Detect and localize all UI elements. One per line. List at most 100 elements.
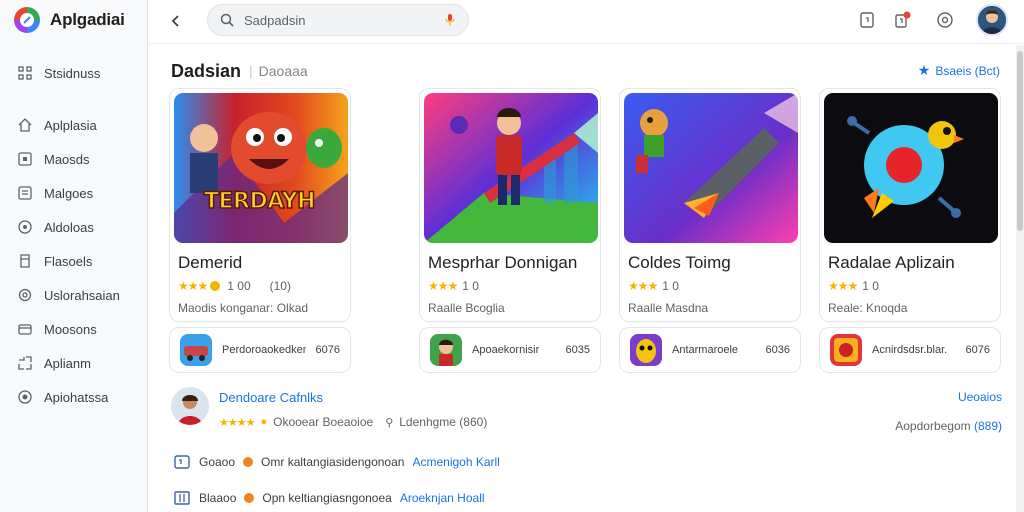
sidebar-item-label: Stsidnuss [44, 65, 101, 81]
app-name: Coldes Toimg [628, 253, 731, 272]
star-icon: ★ [917, 62, 931, 78]
grid-icon [18, 66, 32, 80]
nav-divider [0, 90, 148, 108]
related-app-price: 6076 [315, 344, 340, 356]
back-button[interactable] [165, 10, 187, 32]
sidebar-item-label: Malgoes [44, 185, 94, 201]
brand[interactable]: Aplgadiai [14, 6, 125, 34]
notification-button[interactable] [856, 9, 878, 31]
coin-icon [210, 281, 221, 291]
sidebar-item-6[interactable]: Uslorahsaian [0, 278, 148, 312]
app-name: Mesprhar Donnigan [428, 253, 578, 272]
developer-count-value: (889) [973, 419, 1002, 433]
app-thumbnail [830, 334, 862, 366]
related-app-item[interactable]: Acnirdsdsr.blar. 6076 [819, 327, 1001, 373]
app-thumbnail [430, 334, 462, 366]
sidebar-item-7[interactable]: Moosons [0, 312, 148, 346]
app-developer: Raalle Bcoglia [428, 301, 505, 315]
rating-value: 1 0 [462, 279, 479, 293]
list-item-label: Goaoo [199, 455, 236, 469]
list-item[interactable]: Goaoo Omr kaltangiasidengonoan Acmenigoh… [173, 450, 1002, 474]
sidebar-item-label: Moosons [44, 321, 97, 337]
bell-icon [895, 11, 911, 28]
sidebar-item-5[interactable]: Flasoels [0, 244, 148, 278]
search-bar[interactable] [207, 4, 469, 36]
search-icon [220, 13, 234, 27]
search-icon: ⚲ [385, 416, 394, 429]
related-app-name: Acnirdsdsr.blar. [872, 344, 948, 356]
app-developer: Maodis konganar: Olkad [178, 301, 309, 315]
coin-icon: ● [260, 416, 268, 428]
user-avatar-icon [978, 6, 1006, 34]
settings-button[interactable] [934, 9, 956, 31]
app-artwork: TERDAYH [174, 93, 348, 243]
app-artwork [824, 93, 998, 243]
rating-stars-icon: ★★★ [428, 279, 458, 293]
related-app-price: 6036 [765, 344, 790, 356]
page-title: Dadsian [171, 61, 242, 81]
orange-dot-icon [243, 457, 254, 467]
app-artwork [624, 93, 798, 243]
square-icon [18, 152, 32, 166]
list-item-link[interactable]: Aroeknjan Hoall [400, 491, 485, 505]
tablet-icon [860, 12, 874, 28]
rating-stars-icon: ★★★ [828, 279, 858, 293]
developer-avatar[interactable] [171, 387, 209, 425]
sidebar-item-2[interactable]: Maosds [0, 142, 148, 176]
gear-icon [937, 12, 953, 28]
app-card[interactable]: TERDAYH Demerid ★★★ 1 00 (10) Maodis kon… [169, 88, 351, 322]
list-item-link[interactable]: Acmenigoh Karll [412, 455, 499, 469]
related-app-item[interactable]: Apoaekornisir 6035 [419, 327, 601, 373]
sidebar-item-1[interactable]: Aplplasia [0, 108, 148, 142]
orange-dot-icon [244, 493, 255, 503]
related-app-item[interactable]: Perdoroaokedkeniale. 6076 [169, 327, 351, 373]
mic-icon[interactable] [444, 13, 456, 27]
app-card[interactable]: Coldes Toimg ★★★ 1 0 Raalle Masdna [619, 88, 801, 322]
sidebar: Aplgadiai Stsidnuss Aplplasia Maosds Mal… [0, 0, 148, 512]
see-all-link[interactable]: Ueoaios [958, 390, 1002, 404]
developer-name[interactable]: Dendoare Cafnlks [219, 390, 323, 405]
sidebar-item-8[interactable]: Aplianm [0, 346, 148, 380]
app-name: Aplgadiai [50, 10, 125, 29]
sidebar-item-4[interactable]: Aldoloas [0, 210, 148, 244]
info-icon [18, 390, 32, 404]
box-icon [173, 453, 191, 471]
list-item-text: Opn keltiangiasngonoea [262, 491, 392, 505]
related-app-item[interactable]: Antarmaroele 6036 [619, 327, 801, 373]
app-rating: ★★★ 1 0 [628, 279, 679, 293]
sidebar-item-label: Apiohatssa [44, 389, 109, 405]
list-item-label: Blaaoo [199, 491, 237, 505]
sidebar-item-label: Aplianm [44, 355, 91, 371]
app-artwork-title: TERDAYH [203, 188, 316, 215]
related-app-price: 6035 [565, 344, 590, 356]
developer-meta-a: Okooear Boeaoioe [273, 415, 374, 429]
app-card[interactable]: Radalae Aplizain ★★★ 1 0 Reale: Knoqda [819, 88, 1001, 322]
avatar[interactable] [976, 4, 1008, 36]
developer-meta-b: Ldenhgme (860) [399, 415, 488, 429]
sidebar-item-3[interactable]: Malgoes [0, 176, 148, 210]
search-input[interactable] [244, 12, 434, 28]
alerts-button[interactable] [892, 9, 914, 31]
related-app-name: Antarmaroele [672, 344, 739, 356]
app-rating: ★★★ 1 0 [828, 279, 879, 293]
sidebar-item-label: Aldoloas [44, 219, 94, 235]
top-rated-link[interactable]: ★ Bsaeis (Bct) [918, 62, 1000, 79]
list-icon [18, 186, 32, 200]
chevron-left-icon [171, 15, 179, 27]
columns-icon [173, 489, 191, 507]
app-name: Demerid [178, 253, 243, 272]
sidebar-item-label: Maosds [44, 151, 90, 167]
list-item-text: Omr kaltangiasidengonoan [261, 455, 405, 469]
app-name: Radalae Aplizain [828, 253, 955, 272]
scrollbar-thumb[interactable] [1017, 51, 1023, 231]
list-item[interactable]: Blaaoo Opn keltiangiasngonoea Aroeknjan … [173, 486, 1002, 510]
top-rated-label: Bsaeis (Bct) [935, 63, 1000, 78]
sidebar-item-9[interactable]: Apiohatssa [0, 380, 148, 414]
app-artwork [424, 93, 598, 243]
scrollbar[interactable] [1016, 45, 1024, 512]
main-content: Dadsian | Daoaaa ★ Bsaeis (Bct) TERDAYH D… [149, 45, 1024, 512]
rating-stars-icon: ★★★ [628, 279, 658, 293]
sidebar-item-0[interactable]: Stsidnuss [0, 56, 148, 90]
app-thumbnail [180, 334, 212, 366]
app-card[interactable]: Mesprhar Donnigan ★★★ 1 0 Raalle Bcoglia [419, 88, 601, 322]
